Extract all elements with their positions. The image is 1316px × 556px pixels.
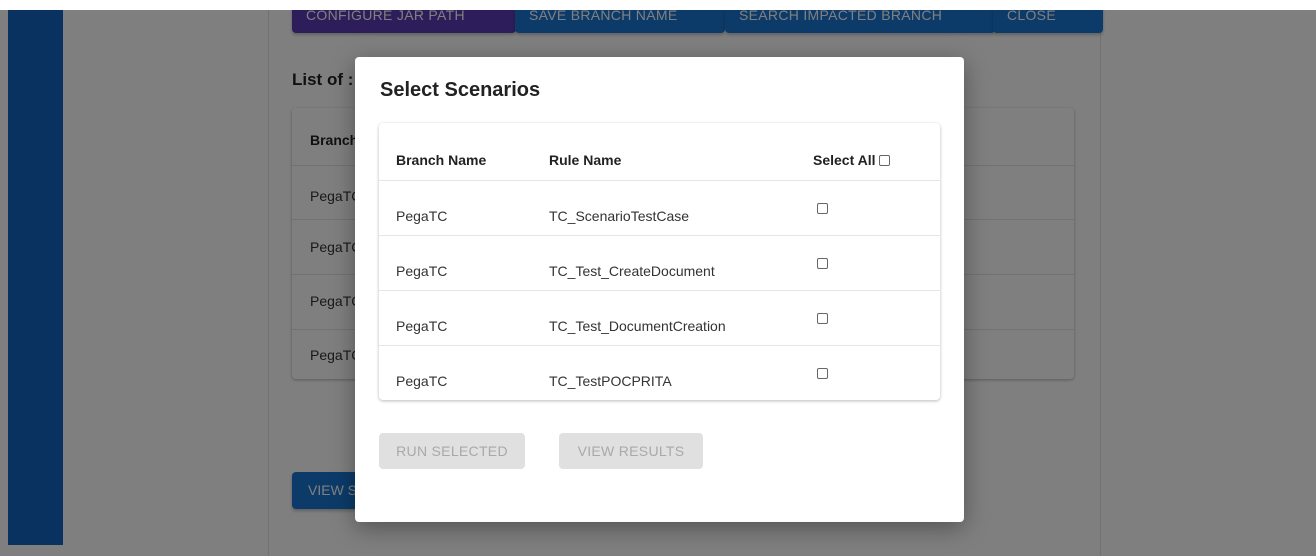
row-divider — [379, 180, 940, 181]
cell-branch-name: PegaTC — [396, 373, 448, 389]
column-header-branch-name: Branch Name — [396, 152, 487, 168]
view-results-button[interactable]: VIEW RESULTS — [559, 433, 703, 469]
top-strip — [0, 0, 1316, 10]
cell-branch-name: PegaTC — [396, 318, 448, 334]
row-select-checkbox[interactable] — [817, 258, 828, 269]
cell-branch-name: PegaTC — [396, 208, 448, 224]
row-select-checkbox[interactable] — [817, 368, 828, 379]
row-divider — [379, 290, 940, 291]
cell-rule-name: TC_Test_DocumentCreation — [549, 318, 726, 334]
scenarios-table: Branch Name Rule Name Select All PegaTC … — [379, 123, 940, 400]
row-select-checkbox[interactable] — [817, 203, 828, 214]
cell-rule-name: TC_ScenarioTestCase — [549, 208, 690, 224]
select-all-checkbox[interactable] — [878, 154, 890, 166]
row-select-checkbox[interactable] — [817, 313, 828, 324]
cell-branch-name: PegaTC — [396, 263, 448, 279]
column-header-rule-name: Rule Name — [549, 152, 622, 168]
run-selected-button[interactable]: RUN SELECTED — [379, 433, 525, 469]
dialog-title: Select Scenarios — [380, 79, 541, 101]
column-header-select-all: Select All — [813, 152, 890, 168]
row-divider — [379, 235, 940, 236]
row-divider — [379, 345, 940, 346]
cell-rule-name: TC_Test_CreateDocument — [549, 263, 715, 279]
cell-rule-name: TC_TestPOCPRITA — [549, 373, 672, 389]
select-scenarios-dialog: Select Scenarios Branch Name Rule Name S… — [355, 57, 964, 522]
select-all-label: Select All — [813, 152, 876, 168]
